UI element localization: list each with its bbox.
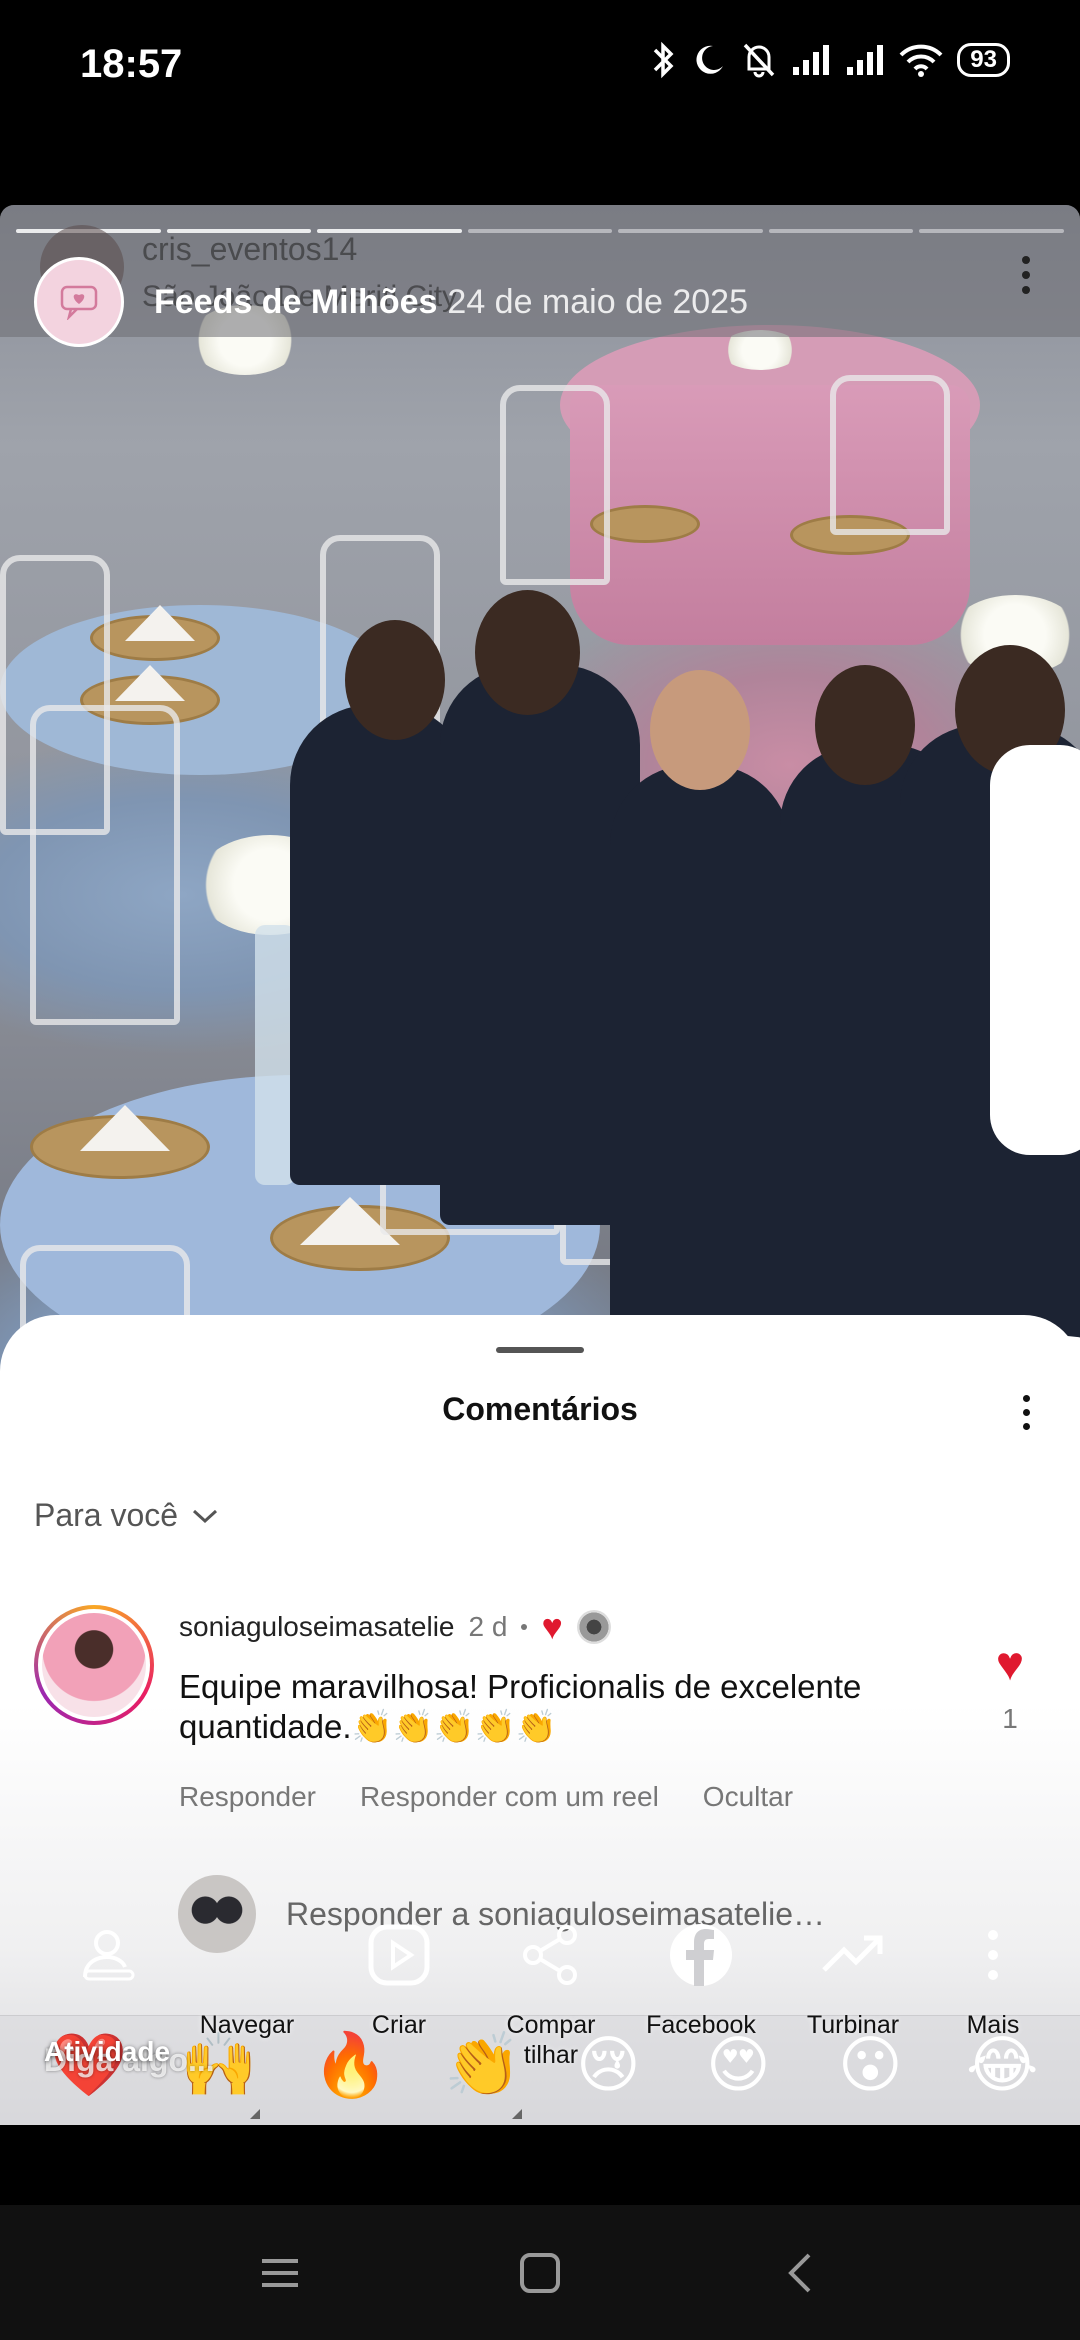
person-head (650, 670, 750, 790)
feed-account-name[interactable]: Feeds de Milhões (154, 283, 437, 322)
chevron-down-icon (193, 1509, 218, 1523)
separator-dot (521, 1624, 528, 1630)
side-panel[interactable] (990, 745, 1080, 1155)
chat-heart-icon (60, 285, 98, 320)
home-icon (520, 2252, 560, 2293)
signal-2-icon (847, 45, 884, 75)
create-label: Criar (371, 2011, 427, 2039)
boost-action[interactable]: Turbinar (778, 1900, 928, 2040)
progress-segment (768, 229, 914, 233)
system-nav-bar (0, 2205, 1080, 2340)
share-action[interactable]: Compar tilhar (476, 1900, 626, 2070)
create-action[interactable]: Criar (324, 1900, 474, 2040)
more-label: Mais (966, 2011, 1020, 2039)
post-date: 24 de maio de 2025 (447, 282, 748, 321)
reply-with-reel-button[interactable]: Responder com um reel (360, 1781, 659, 1813)
back-icon (788, 2253, 811, 2292)
activity-label: Atividade (44, 2036, 171, 2067)
hide-button[interactable]: Ocultar (703, 1781, 793, 1813)
boost-icon (822, 1935, 883, 1972)
comment-actions: Responder Responder com um reel Ocultar (179, 1781, 793, 1813)
chair (830, 375, 950, 535)
share-label: Compar tilhar (506, 2011, 596, 2069)
wifi-icon (899, 44, 943, 77)
create-icon (368, 1924, 430, 1986)
boost-label: Turbinar (806, 2011, 900, 2039)
navigate-action[interactable]: Navegar (172, 1900, 322, 2040)
activity-action[interactable] (34, 1900, 184, 2010)
person-head (345, 620, 445, 740)
person (610, 765, 790, 1325)
more-action[interactable]: Mais (918, 1900, 1068, 2040)
progress-segment (618, 229, 763, 233)
comment-like[interactable]: ♥ 1 (980, 1641, 1040, 1735)
commenter-username[interactable]: soniaguloseimasatelie (179, 1611, 455, 1643)
battery-indicator: 93 (957, 43, 1010, 77)
home-button[interactable] (510, 2243, 570, 2303)
chair (500, 385, 610, 585)
person-head (815, 665, 915, 785)
status-time: 18:57 (80, 42, 183, 86)
story-more-button[interactable] (1006, 245, 1046, 305)
comment-meta: soniaguloseimasatelie 2 d ♥ (179, 1609, 611, 1645)
reply-button[interactable]: Responder (179, 1781, 316, 1813)
feed-account[interactable]: Feeds de Milhões 24 de maio de 2025 (34, 257, 748, 347)
recent-apps-button[interactable] (250, 2243, 310, 2303)
share-icon (523, 1925, 577, 1985)
mute-bell-icon (744, 43, 775, 78)
comment-filter-dropdown[interactable]: Para você (34, 1497, 220, 1534)
facebook-action[interactable]: Facebook (626, 1900, 776, 2040)
progress-segment (467, 229, 613, 233)
do-not-disturb-icon (696, 45, 724, 74)
back-button[interactable] (770, 2243, 830, 2303)
bottom-gap (0, 2125, 1080, 2205)
progress-segment (919, 229, 1065, 233)
sheet-title: Comentários (442, 1391, 638, 1427)
comment-time: 2 d (468, 1611, 508, 1642)
menu-icon (262, 2258, 298, 2287)
story-image[interactable]: Cris EvenEquipe de festa cris_eventos14 … (0, 205, 1080, 1405)
status-icons: 93 (651, 40, 1010, 80)
heart-icon[interactable]: ♥ (980, 1641, 1040, 1689)
comment-text: Equipe maravilhosa! Proficionalis de exc… (179, 1668, 862, 1745)
commenter-avatar[interactable] (34, 1605, 154, 1725)
sheet-more-button[interactable] (1006, 1387, 1046, 1437)
feed-avatar[interactable] (34, 257, 124, 347)
chair (30, 705, 180, 1025)
facebook-icon (670, 1924, 732, 1986)
author-liked-heart-icon: ♥ (541, 1606, 563, 1647)
person-head (475, 590, 580, 715)
bluetooth-icon (654, 41, 674, 79)
activity-icon (83, 1930, 135, 1981)
more-icon (988, 1930, 998, 1980)
filter-label: Para você (34, 1497, 179, 1533)
liker-avatar (576, 1610, 611, 1644)
facebook-label: Facebook (646, 2011, 756, 2039)
navigate-label: Navegar (199, 2011, 295, 2039)
signal-1-icon (793, 45, 830, 75)
sheet-grabber[interactable] (496, 1347, 584, 1353)
like-count: 1 (1002, 1703, 1018, 1734)
vase (255, 925, 295, 1185)
status-bar: 18:57 93 (0, 0, 1080, 130)
story-action-bar: Atividade Navegar Criar Compar tilhar Fa… (0, 1900, 1080, 2130)
